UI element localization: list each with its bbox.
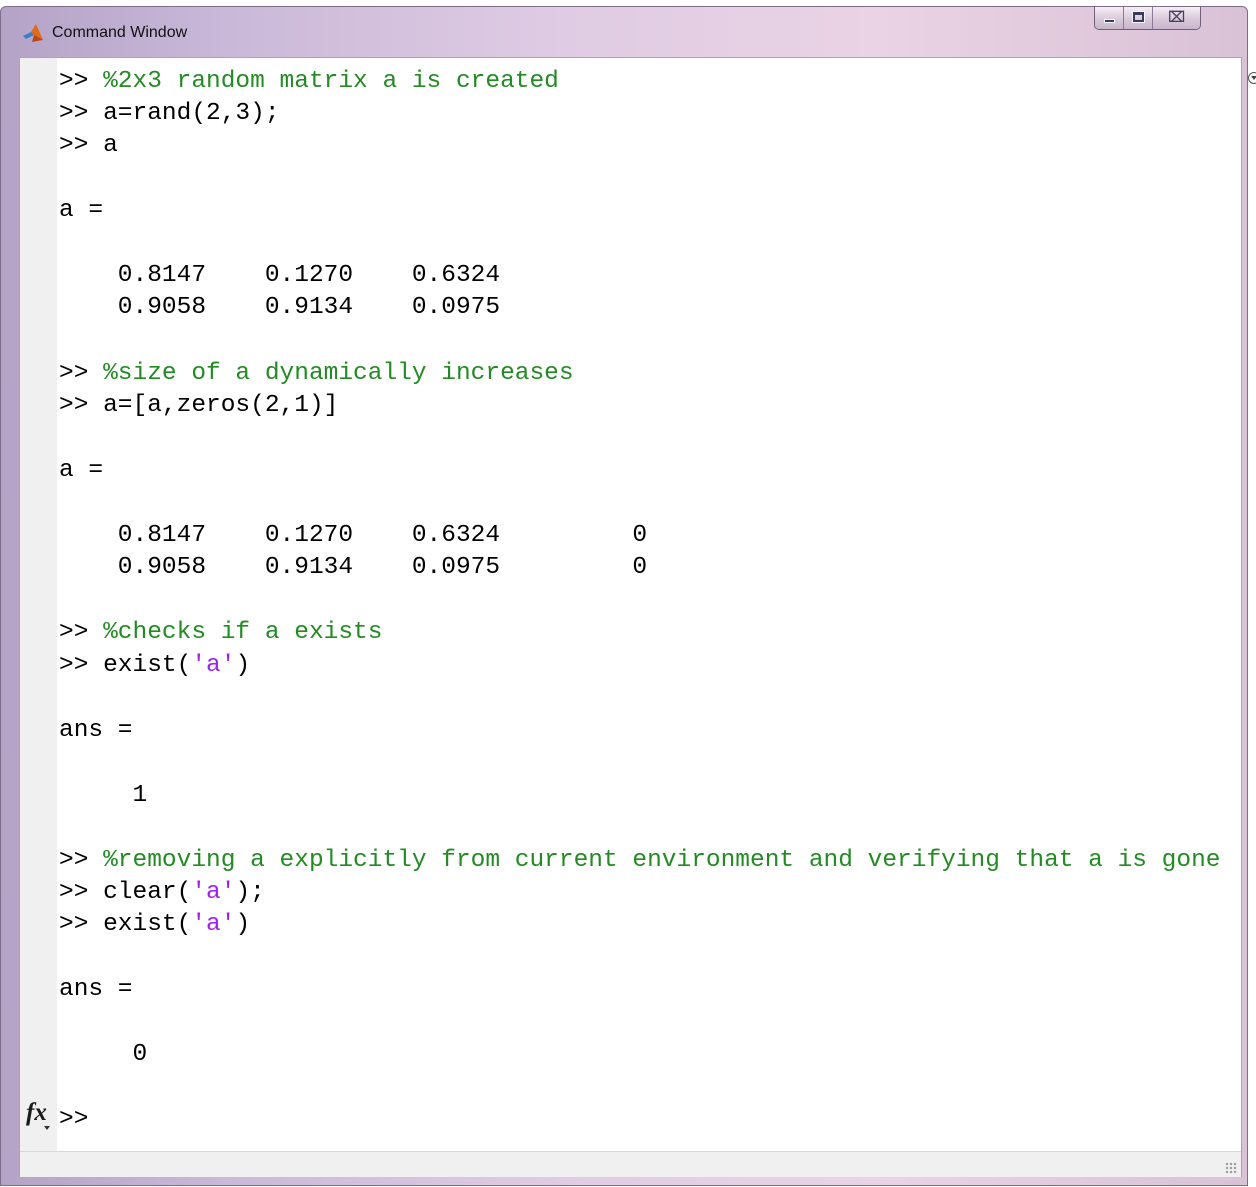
command-code: a=rand(2,3); xyxy=(103,100,280,127)
output-line: 0.8147 0.1270 0.6324 0 xyxy=(59,522,648,549)
output-line: a = xyxy=(59,197,104,224)
prompt: >> xyxy=(59,392,89,419)
command-code: ) xyxy=(235,911,251,938)
prompt: >> xyxy=(59,132,89,159)
console-line: >> a xyxy=(59,130,118,162)
console-line: >> a=[a,zeros(2,1)] xyxy=(59,390,338,422)
output-line: 1 xyxy=(59,782,148,809)
console-line: >> %size of a dynamically increases xyxy=(59,358,574,390)
prompt: >> xyxy=(59,360,89,387)
prompt: >> xyxy=(59,879,89,906)
string-literal: 'a' xyxy=(191,911,236,938)
command-code: ); xyxy=(235,879,265,906)
string-literal: 'a' xyxy=(191,652,236,679)
prompt: >> xyxy=(59,911,89,938)
resize-grip-icon[interactable] xyxy=(1225,1162,1237,1174)
command-code: ) xyxy=(235,652,251,679)
comment: %size of a dynamically increases xyxy=(103,360,574,387)
prompt: >> xyxy=(59,847,89,874)
active-prompt[interactable]: >> xyxy=(59,1104,88,1136)
command-code: a xyxy=(103,132,118,159)
gutter xyxy=(20,58,57,1151)
command-code: clear( xyxy=(103,879,192,906)
close-icon: ⌧ xyxy=(1167,8,1186,26)
comment: %2x3 random matrix a is created xyxy=(103,68,559,95)
output-line: ans = xyxy=(59,717,133,744)
title-bar[interactable]: Command Window ⌧ xyxy=(1,7,1247,51)
command-code: exist( xyxy=(103,652,192,679)
command-window: Command Window ⌧ xyxy=(0,6,1256,1186)
console-line: >> clear('a'); xyxy=(59,877,265,909)
prompt: >> xyxy=(59,619,89,646)
options-dropdown-icon[interactable] xyxy=(1248,72,1256,84)
console-area[interactable] xyxy=(57,58,1256,1151)
console-line: >> a=rand(2,3); xyxy=(59,98,280,130)
prompt: >> xyxy=(59,1106,89,1133)
console-line: >> %checks if a exists xyxy=(59,617,382,649)
chevron-down-icon xyxy=(44,1126,50,1130)
comment: %removing a explicitly from current envi… xyxy=(103,847,1221,874)
close-button[interactable]: ⌧ xyxy=(1153,7,1200,29)
console-line: >> exist('a') xyxy=(59,909,250,941)
command-code: exist( xyxy=(103,911,192,938)
output-line: a = xyxy=(59,457,104,484)
output-line: 0 xyxy=(59,1041,148,1068)
prompt: >> xyxy=(59,100,89,127)
comment: %checks if a exists xyxy=(103,619,383,646)
output-line: ans = xyxy=(59,976,133,1003)
output-line: 0.8147 0.1270 0.6324 xyxy=(59,262,501,289)
console-line: >> %removing a explicitly from current e… xyxy=(59,845,1221,877)
window-title: Command Window xyxy=(52,24,188,41)
console-line: >> exist('a') xyxy=(59,650,250,682)
maximize-button[interactable] xyxy=(1124,7,1153,29)
string-literal: 'a' xyxy=(191,879,236,906)
function-browser-icon[interactable]: fx xyxy=(26,1099,47,1127)
output-line: 0.9058 0.9134 0.0975 xyxy=(59,294,501,321)
prompt: >> xyxy=(59,652,89,679)
output-line: 0.9058 0.9134 0.0975 0 xyxy=(59,554,648,581)
minimize-button[interactable] xyxy=(1095,7,1124,29)
status-bar xyxy=(20,1151,1241,1177)
console-line: >> %2x3 random matrix a is created xyxy=(59,66,559,98)
command-code: a=[a,zeros(2,1)] xyxy=(103,392,339,419)
window-controls: ⌧ xyxy=(1094,7,1201,30)
prompt: >> xyxy=(59,68,89,95)
matlab-logo-icon xyxy=(23,24,43,42)
